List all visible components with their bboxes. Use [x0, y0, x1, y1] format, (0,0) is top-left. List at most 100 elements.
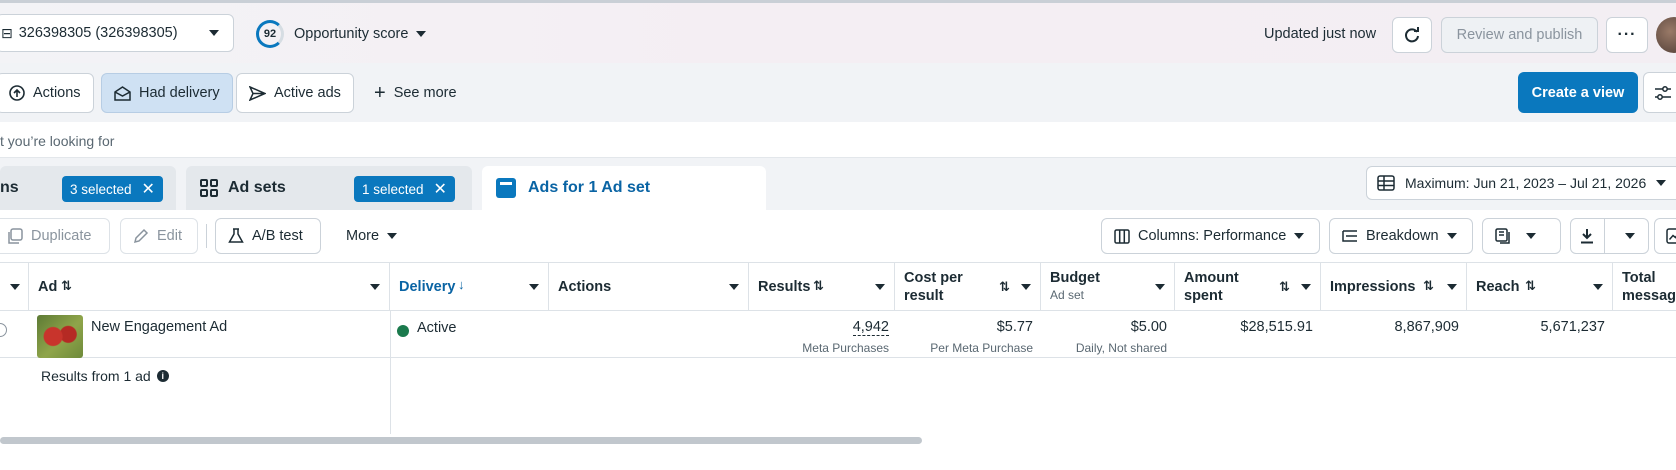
header-results[interactable]: Results ⇅ — [749, 263, 895, 311]
chevron-down-icon — [1301, 284, 1311, 290]
account-selector[interactable]: ⊟ 326398305 (326398305) — [0, 14, 234, 52]
header-checkbox-column[interactable] — [0, 263, 29, 311]
breakdown-button[interactable]: Breakdown — [1329, 218, 1473, 254]
charts-button[interactable] — [1654, 218, 1676, 254]
pencil-icon — [133, 228, 149, 244]
edit-label: Edit — [157, 228, 182, 244]
chevron-down-icon — [1294, 233, 1305, 239]
duplicate-button[interactable]: Duplicate — [0, 218, 110, 254]
ab-test-button[interactable]: A/B test — [215, 218, 321, 254]
column-divider — [390, 311, 391, 434]
search-placeholder: t you’re looking for — [0, 133, 115, 149]
tab-ads-label: Ads for 1 Ad set — [528, 179, 651, 196]
send-icon — [249, 85, 266, 101]
ad-sets-icon — [200, 179, 218, 197]
campaigns-selected-text: 3 selected — [70, 181, 132, 197]
budget-sublabel: Daily, Not shared — [1075, 341, 1167, 355]
header-delivery[interactable]: Delivery ↓ — [390, 263, 549, 311]
more-actions-button[interactable]: More — [334, 218, 410, 254]
header-budget[interactable]: Budget Ad set — [1041, 263, 1175, 311]
ad-thumbnail[interactable] — [37, 315, 83, 358]
refresh-button[interactable] — [1392, 17, 1432, 53]
sort-icon[interactable]: ⇅ — [999, 278, 1010, 296]
budget-value[interactable]: $5.00 — [1131, 319, 1167, 335]
sort-icon[interactable]: ⇅ — [813, 278, 824, 294]
search-bar[interactable]: t you’re looking for — [0, 122, 1676, 158]
filter-actions-label: Actions — [33, 85, 81, 101]
see-more-button[interactable]: + See more — [362, 73, 469, 113]
more-options-button[interactable]: ··· — [1606, 17, 1648, 53]
chevron-down-icon — [1625, 233, 1636, 239]
page-bottom — [0, 446, 1676, 470]
filter-active-ads[interactable]: Active ads — [236, 73, 354, 113]
export-button[interactable] — [1571, 219, 1605, 253]
chevron-down-icon — [529, 284, 539, 290]
filter-active-ads-label: Active ads — [274, 85, 341, 101]
sort-icon[interactable]: ⇅ — [61, 278, 72, 294]
close-icon[interactable]: ✕ — [142, 179, 155, 199]
export-menu-button[interactable] — [1613, 219, 1648, 253]
row-select-radio[interactable] — [0, 323, 7, 337]
header-impressions[interactable]: Impressions ⇅ — [1321, 263, 1467, 311]
header-cost-per-result[interactable]: Cost per result ⇅ — [895, 263, 1041, 311]
chart-icon — [1666, 228, 1676, 244]
header-ad[interactable]: Ad ⇅ — [29, 263, 390, 311]
sort-desc-icon[interactable]: ↓ — [458, 277, 465, 292]
table-row[interactable]: New Engagement Ad Active 4,942 Meta Purc… — [0, 311, 1676, 358]
results-summary-label: Results from 1 ad — [41, 368, 151, 384]
updated-status: Updated just now — [1264, 26, 1377, 42]
flask-icon — [228, 228, 244, 243]
results-value[interactable]: 4,942 — [852, 319, 889, 336]
edit-button[interactable]: Edit — [120, 218, 198, 254]
tab-ad-sets[interactable]: Ad sets 1 selected ✕ — [186, 166, 472, 210]
chevron-down-icon — [1155, 284, 1165, 290]
header-total-messaging[interactable]: Total messagi — [1613, 263, 1676, 311]
sort-icon[interactable]: ⇅ — [1279, 278, 1290, 296]
chevron-down-icon — [1526, 233, 1536, 239]
chevron-down-icon — [875, 284, 885, 290]
tab-campaigns[interactable]: ns 3 selected ✕ — [0, 166, 176, 210]
reach-value: 5,671,237 — [1540, 319, 1605, 335]
scrollbar-thumb[interactable] — [0, 437, 922, 444]
info-icon[interactable]: i — [156, 370, 169, 382]
header-actions[interactable]: Actions — [549, 263, 749, 311]
tab-ads[interactable]: Ads for 1 Ad set — [482, 166, 766, 210]
ad-sets-selected-badge[interactable]: 1 selected ✕ — [354, 176, 455, 202]
header-amount-label-1: Amount — [1184, 270, 1239, 286]
header-impressions-label: Impressions — [1330, 279, 1416, 295]
chevron-down-icon — [1656, 180, 1667, 186]
date-range-picker[interactable]: Maximum: Jun 21, 2023 – Jul 21, 2026 — [1366, 166, 1676, 200]
header-reach[interactable]: Reach ⇅ — [1467, 263, 1613, 311]
create-view-button[interactable]: Create a view — [1518, 72, 1638, 113]
sort-icon[interactable]: ⇅ — [1525, 278, 1536, 294]
filter-actions[interactable]: Actions — [0, 73, 94, 113]
header-budget-label: Budget — [1050, 270, 1100, 286]
plus-icon: + — [374, 82, 386, 104]
more-actions-label: More — [346, 228, 380, 244]
filter-had-delivery[interactable]: Had delivery — [101, 73, 233, 113]
chevron-down-icon — [1446, 233, 1457, 239]
review-publish-button[interactable]: Review and publish — [1441, 17, 1598, 53]
header-amount-spent[interactable]: Amount spent ⇅ — [1175, 263, 1321, 311]
settings-button[interactable] — [1643, 72, 1676, 113]
sort-icon[interactable]: ⇅ — [1423, 278, 1434, 294]
cost-per-result-sublabel: Per Meta Purchase — [930, 341, 1033, 355]
campaigns-selected-badge[interactable]: 3 selected ✕ — [62, 176, 163, 202]
close-icon[interactable]: ✕ — [434, 179, 447, 199]
ads-table: Ad ⇅ Delivery ↓ Actions Results ⇅ Cost p… — [0, 262, 1676, 434]
reports-button[interactable] — [1482, 218, 1561, 254]
ad-name[interactable]: New Engagement Ad — [91, 319, 227, 335]
export-button-group — [1570, 218, 1649, 254]
opportunity-score[interactable]: 92 Opportunity score — [256, 20, 427, 48]
tab-campaigns-label: ns — [0, 179, 19, 196]
chevron-down-icon — [416, 31, 427, 37]
horizontal-scrollbar[interactable] — [0, 434, 1676, 446]
score-ring-icon: 92 — [256, 20, 284, 48]
columns-button[interactable]: Columns: Performance — [1101, 218, 1320, 254]
date-range-label: Maximum: Jun 21, 2023 – Jul 21, 2026 — [1405, 175, 1647, 191]
cost-per-result-value: $5.77 — [996, 319, 1033, 335]
avatar[interactable] — [1656, 17, 1676, 53]
columns-label: Columns: Performance — [1138, 228, 1287, 244]
ads-icon — [496, 178, 516, 198]
envelope-icon — [114, 85, 131, 101]
